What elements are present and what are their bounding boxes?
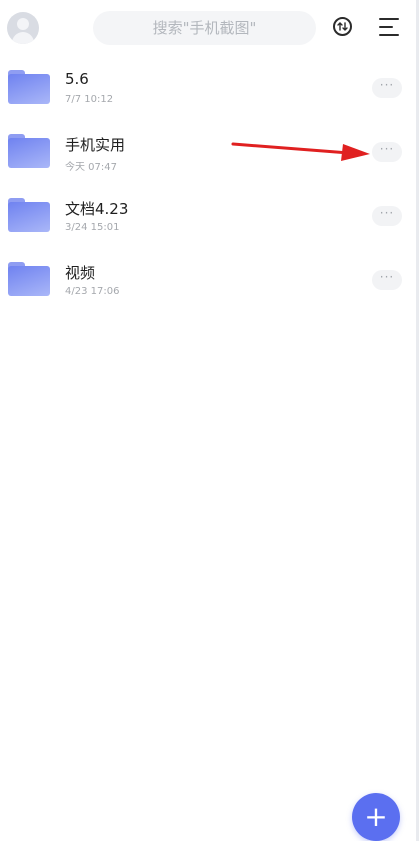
folder-name: 文档4.23	[65, 200, 129, 218]
more-button[interactable]: ···	[372, 206, 402, 226]
folder-icon	[8, 134, 50, 168]
search-input[interactable]: 搜索"手机截图"	[93, 11, 316, 45]
avatar-icon[interactable]	[7, 12, 39, 44]
folder-body	[8, 138, 50, 168]
folder-time: 4/23 17:06	[65, 286, 120, 297]
avatar-head	[17, 18, 29, 30]
folder-name: 5.6	[65, 70, 89, 88]
file-row[interactable]: 视频 4/23 17:06 ···	[0, 250, 408, 314]
folder-icon	[8, 262, 50, 296]
folder-body	[8, 202, 50, 232]
folder-icon	[8, 70, 50, 104]
folder-time: 3/24 15:01	[65, 222, 120, 233]
more-button[interactable]: ···	[372, 142, 402, 162]
sort-arrows	[337, 22, 348, 31]
menu-icon[interactable]	[379, 18, 399, 36]
top-bar: 搜索"手机截图"	[0, 0, 419, 56]
folder-time: 7/7 10:12	[65, 94, 114, 105]
file-row[interactable]: 5.6 7/7 10:12 ···	[0, 58, 408, 122]
sort-icon[interactable]	[333, 17, 352, 36]
folder-time: 今天 07:47	[65, 162, 117, 173]
menu-line	[379, 18, 399, 20]
more-button[interactable]: ···	[372, 270, 402, 290]
annotation-arrow	[231, 142, 370, 161]
folder-body	[8, 74, 50, 104]
file-row[interactable]: 文档4.23 3/24 15:01 ···	[0, 186, 408, 250]
add-button[interactable]: +	[352, 793, 400, 841]
folder-body	[8, 266, 50, 296]
folder-icon	[8, 198, 50, 232]
avatar-body	[12, 32, 34, 44]
folder-name: 视频	[65, 264, 96, 282]
more-button[interactable]: ···	[372, 78, 402, 98]
menu-line	[379, 26, 393, 28]
folder-name: 手机实用	[65, 136, 126, 154]
menu-line	[379, 34, 399, 36]
